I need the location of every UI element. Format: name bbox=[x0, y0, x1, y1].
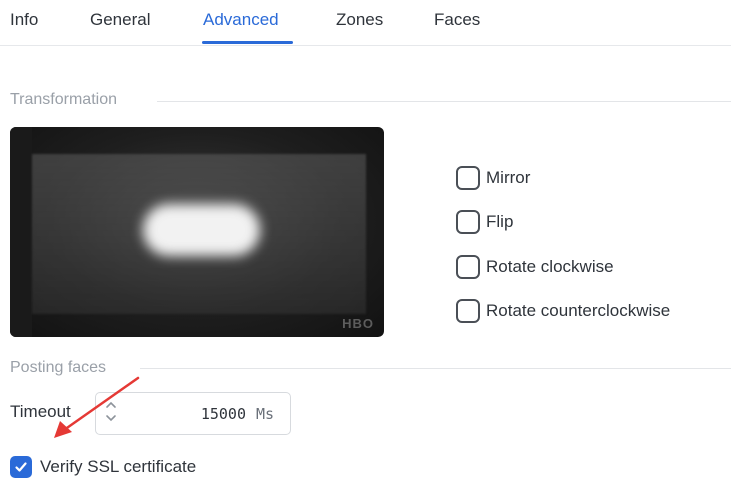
preview-watermark: HBO bbox=[342, 316, 374, 331]
mirror-label: Mirror bbox=[486, 168, 531, 187]
tab-zones[interactable]: Zones bbox=[336, 9, 383, 31]
active-tab-indicator bbox=[202, 41, 293, 44]
tab-info[interactable]: Info bbox=[10, 9, 38, 31]
mirror-checkbox-box[interactable] bbox=[456, 166, 480, 190]
annotation-arrow-icon bbox=[54, 376, 140, 438]
timeout-unit: Ms bbox=[255, 405, 274, 423]
transformation-divider bbox=[157, 101, 731, 102]
tab-faces[interactable]: Faces bbox=[434, 9, 480, 31]
transformation-section-title: Transformation bbox=[10, 91, 117, 108]
tab-advanced[interactable]: Advanced bbox=[203, 9, 279, 31]
tab-bar: Info General Advanced Zones Faces bbox=[0, 0, 731, 46]
flip-label: Flip bbox=[486, 212, 514, 231]
tab-general[interactable]: General bbox=[90, 9, 150, 31]
verify-ssl-checkbox-box[interactable] bbox=[10, 456, 32, 478]
checkmark-icon bbox=[15, 462, 27, 472]
verify-ssl-checkbox[interactable]: Verify SSL certificate bbox=[10, 456, 196, 478]
flip-checkbox[interactable]: Flip bbox=[456, 210, 513, 234]
camera-settings-page: Info General Advanced Zones Faces Transf… bbox=[0, 0, 731, 480]
verify-ssl-label: Verify SSL certificate bbox=[40, 457, 197, 476]
posting-faces-divider bbox=[140, 368, 731, 369]
rotate-counterclockwise-checkbox[interactable]: Rotate counterclockwise bbox=[456, 299, 670, 323]
flip-checkbox-box[interactable] bbox=[456, 210, 480, 234]
timeout-value: 15000 bbox=[200, 405, 246, 423]
rotate-clockwise-checkbox[interactable]: Rotate clockwise bbox=[456, 255, 614, 279]
rotate-counterclockwise-checkbox-box[interactable] bbox=[456, 299, 480, 323]
camera-preview-image: HBO bbox=[10, 127, 384, 337]
rotate-clockwise-label: Rotate clockwise bbox=[486, 257, 614, 276]
mirror-checkbox[interactable]: Mirror bbox=[456, 166, 530, 190]
rotate-clockwise-checkbox-box[interactable] bbox=[456, 255, 480, 279]
rotate-counterclockwise-label: Rotate counterclockwise bbox=[486, 301, 671, 320]
